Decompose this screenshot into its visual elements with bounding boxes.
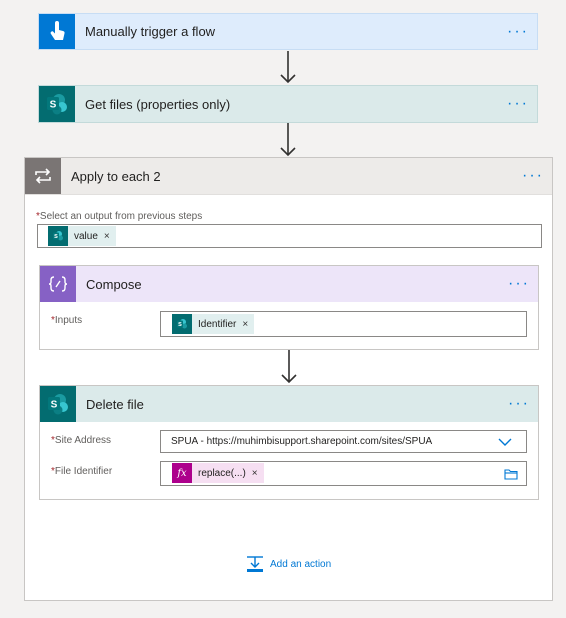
svg-text:S: S [54, 234, 58, 240]
remove-identifier-token-button[interactable]: × [242, 319, 248, 330]
trigger-title: Manually trigger a flow [85, 24, 216, 39]
delete-file-header[interactable]: S Delete file ··· [40, 386, 538, 422]
sharepoint-icon: S [40, 386, 76, 422]
chevron-down-icon[interactable] [498, 437, 512, 447]
compose-card[interactable]: Compose ··· *Inputs S Identifier × [39, 265, 539, 350]
trigger-card[interactable]: Manually trigger a flow ··· [38, 13, 538, 50]
svg-text:S: S [50, 100, 57, 111]
get-files-title: Get files (properties only) [85, 96, 231, 112]
remove-value-token-button[interactable]: × [104, 231, 110, 242]
delete-file-more-button[interactable]: ··· [508, 396, 530, 412]
apply-to-each-header[interactable]: Apply to each 2 ··· [25, 158, 552, 195]
sharepoint-icon: S [48, 226, 68, 246]
inputs-label-text: Inputs [54, 315, 83, 326]
identifier-token-label: Identifier [198, 318, 237, 330]
compose-more-button[interactable]: ··· [508, 276, 530, 292]
value-token[interactable]: S value × [48, 226, 116, 246]
site-address-dropdown[interactable]: SPUA - https://muhimbisupport.sharepoint… [160, 430, 527, 453]
add-action-button[interactable]: Add an action [246, 555, 331, 573]
replace-expression-token[interactable]: fx replace(...) × [172, 463, 264, 483]
value-token-label: value [74, 230, 98, 242]
compose-header[interactable]: Compose ··· [40, 266, 538, 302]
trigger-header[interactable]: Manually trigger a flow ··· [39, 14, 537, 49]
replace-expression-label: replace(...) [198, 467, 246, 479]
select-output-label: *Select an output from previous steps [36, 211, 202, 222]
loop-icon [25, 158, 61, 194]
arrow-down-icon [280, 123, 296, 157]
apply-to-each-more-button[interactable]: ··· [522, 168, 544, 184]
file-identifier-label: *File Identifier [51, 466, 112, 477]
delete-file-title: Delete file [86, 396, 144, 412]
add-action-label: Add an action [270, 558, 332, 570]
svg-text:S: S [51, 400, 58, 411]
code-braces-icon [40, 266, 76, 302]
file-identifier-label-text: File Identifier [54, 466, 113, 477]
site-address-label-text: Site Address [54, 435, 112, 446]
remove-replace-token-button[interactable]: × [252, 468, 258, 479]
touch-hand-icon [39, 14, 75, 49]
get-files-header[interactable]: S Get files (properties only) ··· [39, 86, 537, 122]
apply-to-each-card[interactable]: Apply to each 2 ··· *Select an output fr… [24, 157, 553, 601]
arrow-down-icon [280, 51, 296, 84]
inputs-label: *Inputs [51, 315, 82, 326]
trigger-more-button[interactable]: ··· [507, 23, 529, 39]
svg-text:S: S [178, 322, 182, 328]
select-output-field[interactable]: S value × [37, 224, 542, 248]
folder-icon[interactable] [504, 468, 518, 480]
select-output-label-text: Select an output from previous steps [39, 211, 203, 222]
sharepoint-icon: S [39, 86, 75, 122]
site-address-value: SPUA - https://muhimbisupport.sharepoint… [171, 436, 433, 447]
file-identifier-field[interactable]: fx replace(...) × [160, 461, 527, 486]
inputs-field[interactable]: S Identifier × [160, 311, 527, 337]
arrow-down-icon [281, 350, 297, 384]
delete-file-card[interactable]: S Delete file ··· *Site Address SPUA - h… [39, 385, 539, 500]
function-fx-icon: fx [172, 463, 192, 483]
apply-to-each-title: Apply to each 2 [71, 168, 161, 184]
site-address-label: *Site Address [51, 435, 111, 446]
get-files-more-button[interactable]: ··· [507, 96, 529, 112]
get-files-card[interactable]: S Get files (properties only) ··· [38, 85, 538, 123]
add-action-icon [247, 556, 263, 572]
identifier-token[interactable]: S Identifier × [172, 314, 255, 334]
sharepoint-icon: S [172, 314, 192, 334]
compose-title: Compose [86, 276, 142, 292]
